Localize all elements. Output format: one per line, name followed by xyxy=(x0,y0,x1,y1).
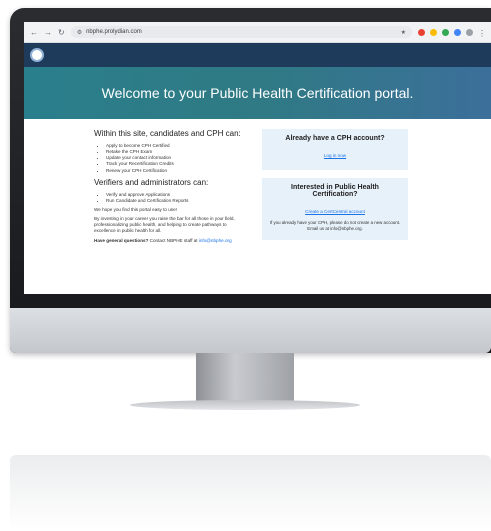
monitor-chin xyxy=(10,308,491,353)
floor-reflection xyxy=(10,455,491,531)
list-item: Renew your CPH Certification xyxy=(106,168,244,174)
account-column: Already have a CPH account? Log in now I… xyxy=(262,129,408,248)
list-item: Run Candidate and Certification Reports xyxy=(106,198,244,204)
hope-text: We hope you find this portal easy to use… xyxy=(94,206,177,212)
extension-icon[interactable] xyxy=(442,28,449,36)
bookmark-star-icon[interactable]: ★ xyxy=(401,29,406,36)
candidates-heading: Within this site, candidates and CPH can… xyxy=(94,129,241,138)
verifiers-heading: Verifiers and administrators can: xyxy=(94,177,209,187)
site-header xyxy=(24,43,491,67)
screen: ← → ↻ ⚙ nbphe.prolydian.com ★ ⋮ Welcome xyxy=(24,22,491,294)
signup-card-title: Interested in Public Health Certificatio… xyxy=(291,184,379,198)
back-icon[interactable]: ← xyxy=(30,28,38,37)
signup-card: Interested in Public Health Certificatio… xyxy=(262,178,408,240)
forward-icon[interactable]: → xyxy=(44,28,52,37)
extension-icon[interactable] xyxy=(454,28,461,36)
questions-body: Contact NBPHE staff at xyxy=(148,237,199,243)
monitor: ← → ↻ ⚙ nbphe.prolydian.com ★ ⋮ Welcome xyxy=(10,8,491,353)
info-column: Within this site, candidates and CPH can… xyxy=(94,129,244,248)
login-card: Already have a CPH account? Log in now xyxy=(262,129,408,170)
extension-icon[interactable] xyxy=(430,28,437,36)
reload-icon[interactable]: ↻ xyxy=(58,28,65,37)
verifiers-list: Verify and approve Applications Run Cand… xyxy=(94,192,244,204)
browser-toolbar: ← → ↻ ⚙ nbphe.prolydian.com ★ ⋮ xyxy=(24,22,491,43)
extensions-area: ⋮ xyxy=(418,28,486,38)
login-link[interactable]: Log in now xyxy=(324,153,346,158)
questions-text: Have general questions? Contact NBPHE st… xyxy=(94,238,244,244)
address-text: nbphe.prolydian.com xyxy=(86,29,142,35)
main-content: Within this site, candidates and CPH can… xyxy=(24,119,491,248)
investing-text: By investing in your career you raise th… xyxy=(94,216,235,234)
nbphe-logo[interactable] xyxy=(30,48,44,62)
menu-dots-icon[interactable]: ⋮ xyxy=(478,29,486,38)
login-card-title: Already have a CPH account? xyxy=(285,135,385,142)
monitor-stand xyxy=(196,353,294,403)
extension-icon[interactable] xyxy=(418,28,425,36)
create-account-link[interactable]: Create a CertCentral account xyxy=(305,209,365,214)
email-link[interactable]: info@nbphe.org xyxy=(199,238,232,243)
questions-label: Have general questions? xyxy=(94,237,149,243)
site-info-icon[interactable]: ⚙ xyxy=(77,29,82,36)
extension-icon[interactable] xyxy=(466,28,473,36)
signup-note: If you already have your CPH, please do … xyxy=(269,220,401,231)
monitor-base xyxy=(130,400,360,410)
hero-title: Welcome to your Public Health Certificat… xyxy=(101,85,414,101)
address-bar[interactable]: ⚙ nbphe.prolydian.com ★ xyxy=(70,26,412,38)
hero-banner: Welcome to your Public Health Certificat… xyxy=(24,67,491,119)
candidates-list: Apply to become CPH Certified Retake the… xyxy=(94,143,244,174)
